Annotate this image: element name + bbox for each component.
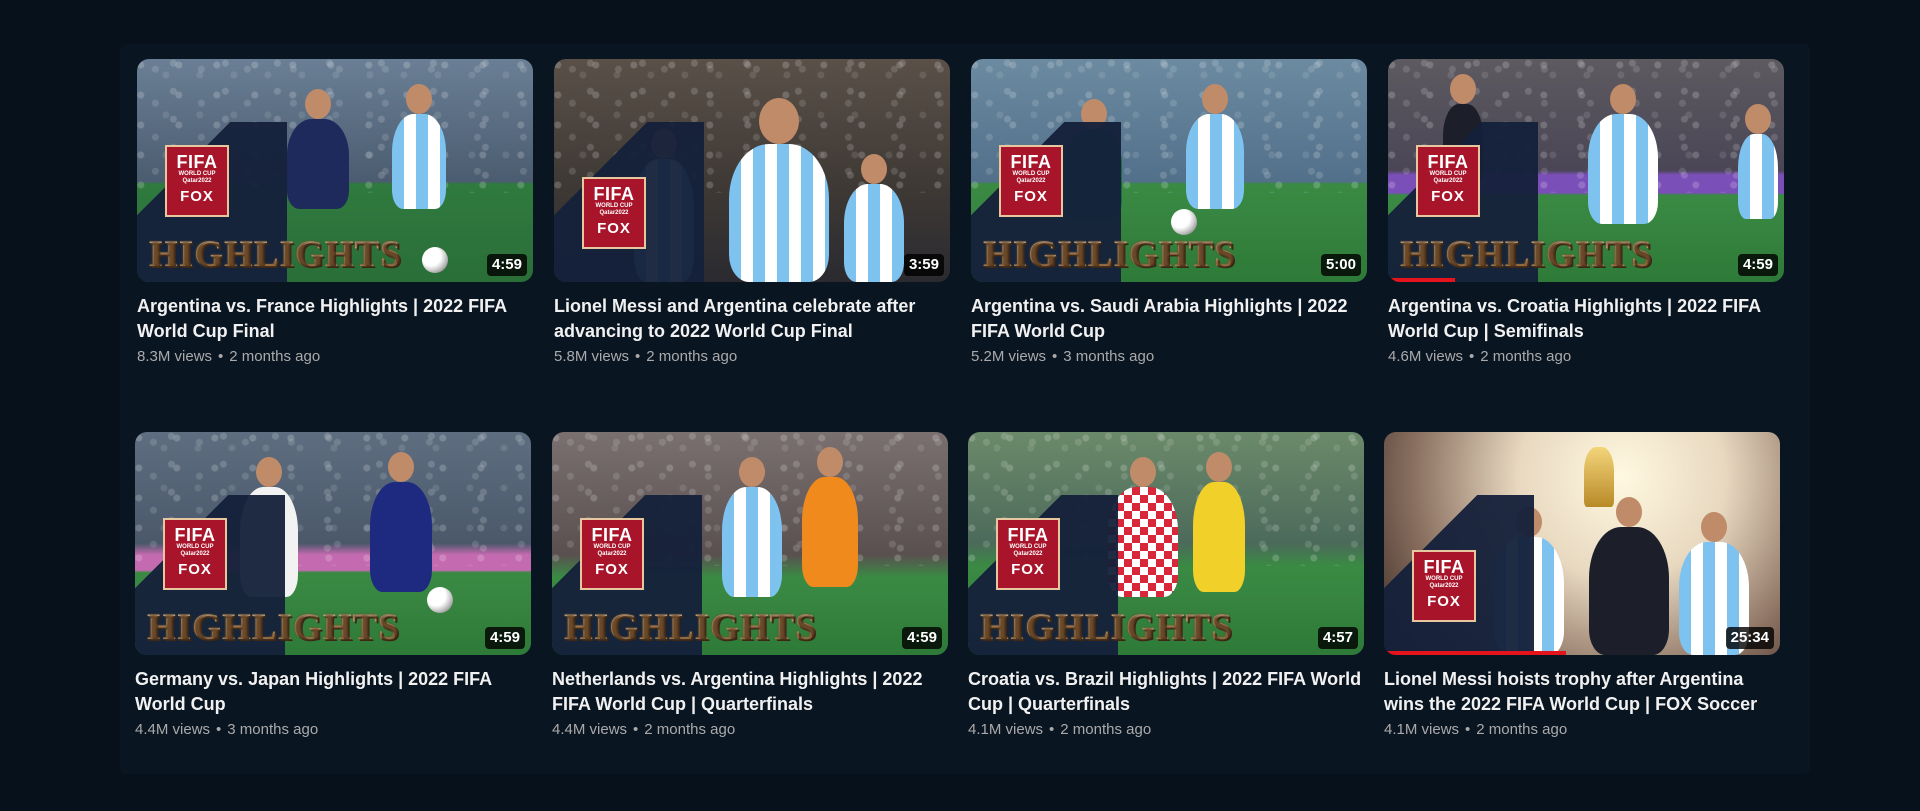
video-thumbnail[interactable]: FIFA WORLD CUP Qatar2022 FOX HIGHLIGHTS … (552, 432, 948, 655)
fifa-world-cup-badge: FIFA WORLD CUP Qatar2022 FOX (165, 145, 229, 217)
highlights-banner: HIGHLIGHTS (983, 234, 1236, 275)
video-title[interactable]: Netherlands vs. Argentina Highlights | 2… (552, 667, 948, 717)
highlights-banner: HIGHLIGHTS (1400, 234, 1653, 275)
watch-progress-bar (1388, 278, 1456, 282)
video-card[interactable]: FIFA WORLD CUP Qatar2022 FOX 25:34 Lione… (1384, 432, 1780, 762)
highlights-banner: HIGHLIGHTS (980, 607, 1233, 648)
video-meta: 4.1M views • 2 months ago (1384, 721, 1568, 738)
video-meta: 8.3M views • 2 months ago (137, 348, 321, 365)
video-meta: 4.4M views • 3 months ago (135, 721, 319, 738)
video-card[interactable]: FIFA WORLD CUP Qatar2022 FOX HIGHLIGHTS … (971, 59, 1367, 389)
fifa-world-cup-badge: FIFA WORLD CUP Qatar2022 FOX (582, 177, 646, 249)
video-card[interactable]: FIFA WORLD CUP Qatar2022 FOX HIGHLIGHTS … (135, 432, 531, 762)
duration-badge: 5:00 (1320, 254, 1361, 276)
fifa-world-cup-badge: FIFA WORLD CUP Qatar2022 FOX (580, 518, 644, 590)
upload-age: 3 months ago (227, 721, 319, 738)
view-count: 4.1M views (968, 721, 1044, 738)
duration-badge: 4:59 (1737, 254, 1778, 276)
upload-age: 2 months ago (1476, 721, 1568, 738)
view-count: 5.8M views (554, 348, 630, 365)
video-card[interactable]: FIFA WORLD CUP Qatar2022 FOX 3:59 Lionel… (554, 59, 950, 389)
video-title[interactable]: Croatia vs. Brazil Highlights | 2022 FIF… (968, 667, 1364, 717)
fifa-world-cup-badge: FIFA WORLD CUP Qatar2022 FOX (163, 518, 227, 590)
upload-age: 3 months ago (1063, 348, 1155, 365)
highlights-banner: HIGHLIGHTS (149, 234, 402, 275)
view-count: 4.4M views (135, 721, 211, 738)
video-meta: 5.8M views • 2 months ago (554, 348, 738, 365)
video-card[interactable]: FIFA WORLD CUP Qatar2022 FOX HIGHLIGHTS … (552, 432, 948, 762)
video-grid-page: FIFA WORLD CUP Qatar2022 FOX HIGHLIGHTS … (0, 0, 1920, 811)
video-thumbnail[interactable]: FIFA WORLD CUP Qatar2022 FOX 3:59 (554, 59, 950, 282)
video-thumbnail[interactable]: FIFA WORLD CUP Qatar2022 FOX HIGHLIGHTS … (135, 432, 531, 655)
highlights-banner: HIGHLIGHTS (564, 607, 817, 648)
video-title[interactable]: Argentina vs. France Highlights | 2022 F… (137, 294, 533, 344)
fifa-world-cup-badge: FIFA WORLD CUP Qatar2022 FOX (996, 518, 1060, 590)
fifa-world-cup-badge: FIFA WORLD CUP Qatar2022 FOX (999, 145, 1063, 217)
video-title[interactable]: Argentina vs. Croatia Highlights | 2022 … (1388, 294, 1784, 344)
duration-badge: 4:59 (484, 627, 525, 649)
video-title[interactable]: Lionel Messi hoists trophy after Argenti… (1384, 667, 1780, 717)
highlights-banner: HIGHLIGHTS (147, 607, 400, 648)
upload-age: 2 months ago (229, 348, 321, 365)
video-meta: 4.6M views • 2 months ago (1388, 348, 1572, 365)
duration-badge: 4:57 (1317, 627, 1358, 649)
video-card[interactable]: FIFA WORLD CUP Qatar2022 FOX HIGHLIGHTS … (1388, 59, 1784, 389)
video-thumbnail[interactable]: FIFA WORLD CUP Qatar2022 FOX HIGHLIGHTS … (971, 59, 1367, 282)
upload-age: 2 months ago (644, 721, 736, 738)
duration-badge: 4:59 (486, 254, 527, 276)
upload-age: 2 months ago (1480, 348, 1572, 365)
watch-progress-bar (1384, 651, 1567, 655)
video-thumbnail[interactable]: FIFA WORLD CUP Qatar2022 FOX HIGHLIGHTS … (137, 59, 533, 282)
video-card[interactable]: FIFA WORLD CUP Qatar2022 FOX HIGHLIGHTS … (137, 59, 533, 389)
view-count: 4.1M views (1384, 721, 1460, 738)
video-card[interactable]: FIFA WORLD CUP Qatar2022 FOX HIGHLIGHTS … (968, 432, 1364, 762)
video-title[interactable]: Lionel Messi and Argentina celebrate aft… (554, 294, 950, 344)
video-meta: 5.2M views • 3 months ago (971, 348, 1155, 365)
video-thumbnail[interactable]: FIFA WORLD CUP Qatar2022 FOX HIGHLIGHTS … (968, 432, 1364, 655)
duration-badge: 25:34 (1725, 627, 1774, 649)
duration-badge: 4:59 (901, 627, 942, 649)
upload-age: 2 months ago (1060, 721, 1152, 738)
view-count: 8.3M views (137, 348, 213, 365)
video-meta: 4.4M views • 2 months ago (552, 721, 736, 738)
video-thumbnail[interactable]: FIFA WORLD CUP Qatar2022 FOX 25:34 (1384, 432, 1780, 655)
view-count: 5.2M views (971, 348, 1047, 365)
upload-age: 2 months ago (646, 348, 738, 365)
view-count: 4.6M views (1388, 348, 1464, 365)
duration-badge: 3:59 (903, 254, 944, 276)
video-thumbnail[interactable]: FIFA WORLD CUP Qatar2022 FOX HIGHLIGHTS … (1388, 59, 1784, 282)
video-meta: 4.1M views • 2 months ago (968, 721, 1152, 738)
video-title[interactable]: Germany vs. Japan Highlights | 2022 FIFA… (135, 667, 531, 717)
video-title[interactable]: Argentina vs. Saudi Arabia Highlights | … (971, 294, 1367, 344)
view-count: 4.4M views (552, 721, 628, 738)
fifa-world-cup-badge: FIFA WORLD CUP Qatar2022 FOX (1412, 550, 1476, 622)
fifa-world-cup-badge: FIFA WORLD CUP Qatar2022 FOX (1416, 145, 1480, 217)
video-grid: FIFA WORLD CUP Qatar2022 FOX HIGHLIGHTS … (120, 44, 1810, 774)
